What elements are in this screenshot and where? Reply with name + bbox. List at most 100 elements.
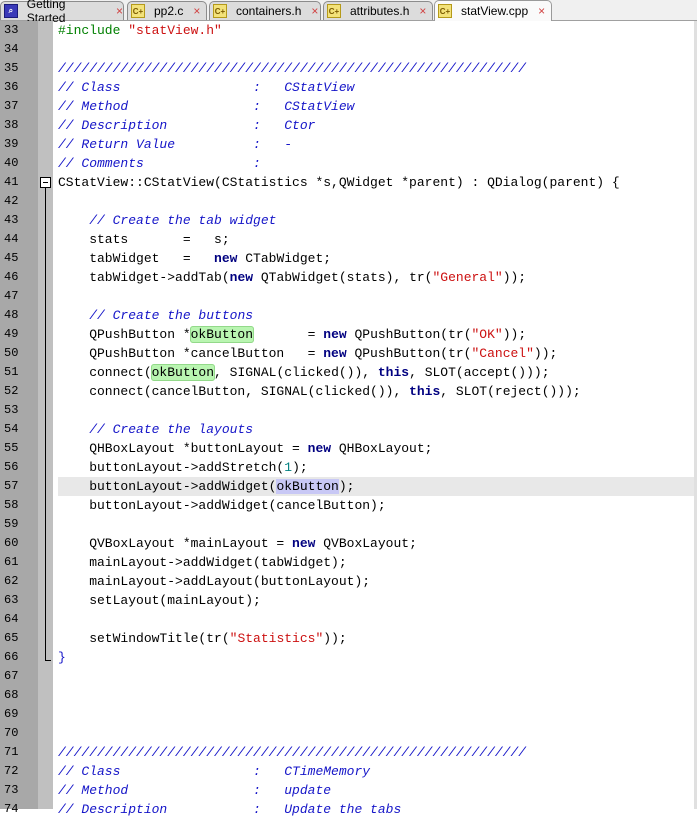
code-line[interactable]: 62 mainLayout->addLayout(buttonLayout); [0,572,697,591]
token: )); [323,631,347,646]
tab-getting-started[interactable]: ⌕ Getting Started × [0,0,124,25]
token-cmt: ////////////////////////////////////////… [58,61,527,76]
line-number: 47 [4,289,19,303]
code-line[interactable]: 59 [0,515,697,534]
code-line[interactable]: 39 // Return Value : - [0,135,697,154]
line-text: mainLayout->addLayout(buttonLayout); [58,572,694,591]
token: CTabWidget; [237,251,332,266]
code-line[interactable]: 74 // Description : Update the tabs [0,800,697,819]
tab-label: containers.h [236,4,302,18]
token: , SIGNAL(clicked()), [214,365,378,380]
code-line[interactable]: 47 [0,287,697,306]
line-text: setWindowTitle(tr("Statistics")); [58,629,694,648]
code-line[interactable]: 51 connect(okButton, SIGNAL(clicked()), … [0,363,697,382]
line-text: mainLayout->addWidget(tabWidget); [58,553,694,572]
code-line[interactable]: 65 setWindowTitle(tr("Statistics")); [0,629,697,648]
code-line[interactable]: 49 QPushButton *okButton = new QPushButt… [0,325,697,344]
code-line[interactable]: 67 [0,667,697,686]
line-text: QPushButton *cancelButton = new QPushBut… [58,344,694,363]
code-line[interactable]: 60 QVBoxLayout *mainLayout = new QVBoxLa… [0,534,697,553]
line-number: 46 [4,270,19,284]
code-line[interactable]: 68 [0,686,697,705]
close-icon[interactable]: × [193,4,200,18]
line-text: QPushButton *okButton = new QPushButton(… [58,325,694,344]
line-text: buttonLayout->addWidget(cancelButton); [58,496,694,515]
close-icon[interactable]: × [116,4,123,18]
code-line[interactable]: 53 [0,401,697,420]
code-line[interactable]: 36 // Class : CStatView [0,78,697,97]
code-line[interactable]: 46 tabWidget->addTab(new QTabWidget(stat… [0,268,697,287]
code-line[interactable]: 42 [0,192,697,211]
code-line[interactable]: 35 //////////////////////////////////////… [0,59,697,78]
close-icon[interactable]: × [419,4,426,18]
tab-pp2-c[interactable]: C+ pp2.c × [127,1,207,20]
token: QVBoxLayout; [315,536,417,551]
code-line[interactable]: 70 [0,724,697,743]
line-number: 66 [4,650,19,664]
code-line[interactable]: 69 [0,705,697,724]
line-number: 70 [4,726,19,740]
line-number: 67 [4,669,19,683]
close-icon[interactable]: × [311,4,318,18]
token-str: "OK" [471,327,503,342]
token: QPushButton *cancelButton = [58,346,324,361]
code-line[interactable]: 57 buttonLayout->addWidget(okButton); [0,477,697,496]
code-line[interactable]: 50 QPushButton *cancelButton = new QPush… [0,344,697,363]
token: CStatView::CStatView(CStatistics *s,QWid… [58,175,620,190]
code-line[interactable]: 71 //////////////////////////////////////… [0,743,697,762]
code-line[interactable]: 34 [0,40,697,59]
code-line[interactable]: 41 CStatView::CStatView(CStatistics *s,QW… [0,173,697,192]
token: buttonLayout->addWidget( [58,479,277,494]
line-text: // Create the layouts [58,420,694,439]
cpp-file-icon: C+ [213,4,227,18]
line-number: 60 [4,536,19,550]
code-line[interactable]: 66} [0,648,697,667]
code-line[interactable]: 56 buttonLayout->addStretch(1); [0,458,697,477]
code-line[interactable]: 64 [0,610,697,629]
token-str: "General" [432,270,503,285]
code-line[interactable]: 48 // Create the buttons [0,306,697,325]
code-line[interactable]: 58 buttonLayout->addWidget(cancelButton)… [0,496,697,515]
line-number: 35 [4,61,19,75]
tab-label: statView.cpp [461,4,529,18]
code-line[interactable]: 40 // Comments : [0,154,697,173]
close-icon[interactable]: × [538,4,545,18]
token: )); [533,346,558,361]
tab-containers-h[interactable]: C+ containers.h × [209,1,321,20]
code-line[interactable]: 45 tabWidget = new CTabWidget; [0,249,697,268]
line-number: 37 [4,99,19,113]
code-line[interactable]: 63 setLayout(mainLayout); [0,591,697,610]
editor-tab-bar: ⌕ Getting Started × C+ pp2.c × C+ contai… [0,0,697,25]
line-number: 63 [4,593,19,607]
code-line[interactable]: 55 QHBoxLayout *buttonLayout = new QHBox… [0,439,697,458]
token-str: "statView.h" [128,23,222,38]
code-line[interactable]: 37 // Method : CStatView [0,97,697,116]
line-number: 48 [4,308,19,322]
token-cmt: // Description : Update the tabs [58,802,402,817]
line-number: 55 [4,441,19,455]
line-text: QVBoxLayout *mainLayout = new QVBoxLayou… [58,534,694,553]
code-line[interactable]: 61 mainLayout->addWidget(tabWidget); [0,553,697,572]
code-line[interactable]: 73 // Method : update [0,781,697,800]
tab-statview-cpp[interactable]: C+ statView.cpp × [434,0,552,21]
line-number: 53 [4,403,19,417]
token-str: "Statistics" [229,631,324,646]
code-line[interactable]: 33 #include "statView.h" [0,21,697,40]
line-text: // Description : Ctor [58,116,694,135]
line-text: // Return Value : - [58,135,694,154]
code-editor[interactable]: 33 #include "statView.h" 34 35 /////////////… [0,21,697,819]
code-line[interactable]: 54 // Create the layouts [0,420,697,439]
line-number: 40 [4,156,19,170]
token: ); [338,479,355,494]
line-text: connect(okButton, SIGNAL(clicked()), thi… [58,363,694,382]
code-line[interactable]: 38 // Description : Ctor [0,116,697,135]
code-line[interactable]: 72 // Class : CTimeMemory [0,762,697,781]
line-number: 43 [4,213,19,227]
line-text: } [58,648,694,667]
code-line[interactable]: 43 // Create the tab widget [0,211,697,230]
code-line[interactable]: 44 stats = s; [0,230,697,249]
tab-attributes-h[interactable]: C+ attributes.h × [323,1,433,20]
code-line[interactable]: 52 connect(cancelButton, SIGNAL(clicked(… [0,382,697,401]
line-text: stats = s; [58,230,694,249]
